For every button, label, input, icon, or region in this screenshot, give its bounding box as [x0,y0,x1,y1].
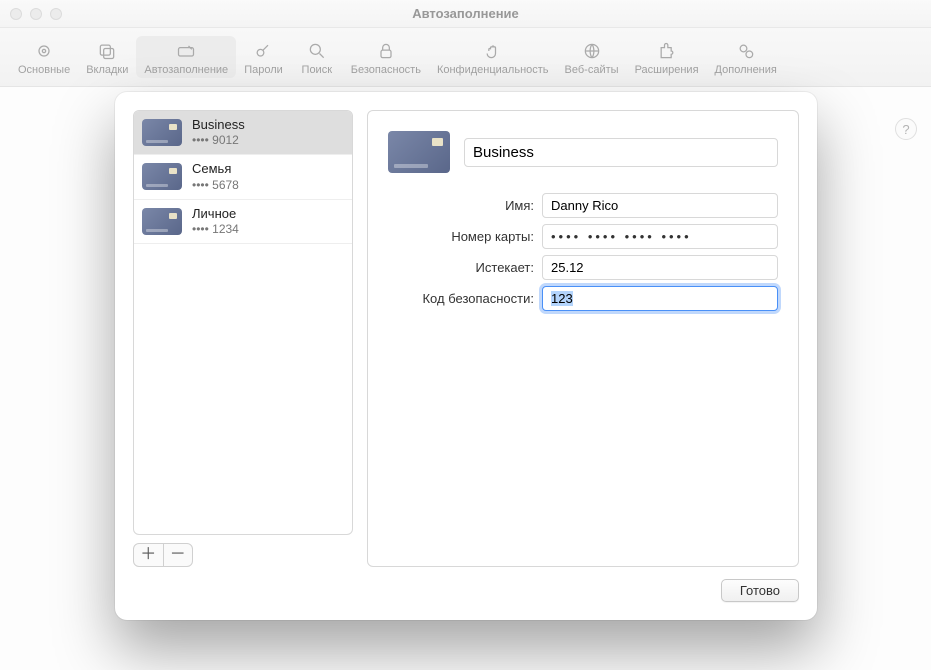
help-button[interactable]: ? [895,118,917,140]
tab-advanced[interactable]: Дополнения [707,36,785,78]
titlebar: Автозаполнение [0,0,931,28]
tab-passwords[interactable]: Пароли [236,36,291,78]
gears-icon [735,40,757,62]
credit-card-icon [388,131,450,173]
tab-general[interactable]: Основные [10,36,78,78]
card-row[interactable]: Business •••• 9012 [134,111,352,155]
credit-card-icon [142,163,182,190]
card-last4: •••• 1234 [192,222,239,237]
card-description-input[interactable] [464,138,778,167]
done-button[interactable]: Готово [721,579,799,602]
tab-extensions[interactable]: Расширения [627,36,707,78]
expires-input[interactable] [542,255,778,280]
card-name: Семья [192,161,239,177]
remove-card-button[interactable]: － [163,544,193,566]
name-label: Имя: [388,198,542,213]
globe-icon [581,40,603,62]
credit-card-icon [142,119,182,146]
tab-privacy[interactable]: Конфиденциальность [429,36,557,78]
card-last4: •••• 9012 [192,133,245,148]
security-code-label: Код безопасности: [388,291,542,306]
lock-icon [375,40,397,62]
security-code-input[interactable] [542,286,778,311]
list-buttons: ＋ － [133,543,193,567]
card-name: Личное [192,206,239,222]
card-row[interactable]: Семья •••• 5678 [134,155,352,199]
puzzle-icon [656,40,678,62]
hand-icon [482,40,504,62]
tab-autofill[interactable]: Автозаполнение [136,36,236,78]
expires-label: Истекает: [388,260,542,275]
cardholder-name-input[interactable] [542,193,778,218]
preferences-toolbar: Основные Вкладки Автозаполнение Пароли П… [0,28,931,87]
number-label: Номер карты: [388,229,542,244]
credit-cards-sheet: Business •••• 9012 Семья •••• 5678 [115,92,817,620]
tab-websites[interactable]: Веб-сайты [557,36,627,78]
tab-tabs[interactable]: Вкладки [78,36,136,78]
tab-security[interactable]: Безопасность [343,36,429,78]
gear-icon [33,40,55,62]
card-name: Business [192,117,245,133]
card-list: Business •••• 9012 Семья •••• 5678 [133,110,353,535]
search-icon [306,40,328,62]
card-last4: •••• 5678 [192,178,239,193]
add-card-button[interactable]: ＋ [134,544,163,566]
autofill-icon [175,40,197,62]
tabs-icon [96,40,118,62]
preferences-window: Автозаполнение Основные Вкладки Автозапо… [0,0,931,670]
tab-search[interactable]: Поиск [291,36,343,78]
window-title: Автозаполнение [0,6,931,21]
card-number-input[interactable] [542,224,778,249]
card-detail-pane: Имя: Номер карты: Истекает: Код безопасн… [367,110,799,567]
credit-card-icon [142,208,182,235]
key-icon [252,40,274,62]
card-row[interactable]: Личное •••• 1234 [134,200,352,244]
